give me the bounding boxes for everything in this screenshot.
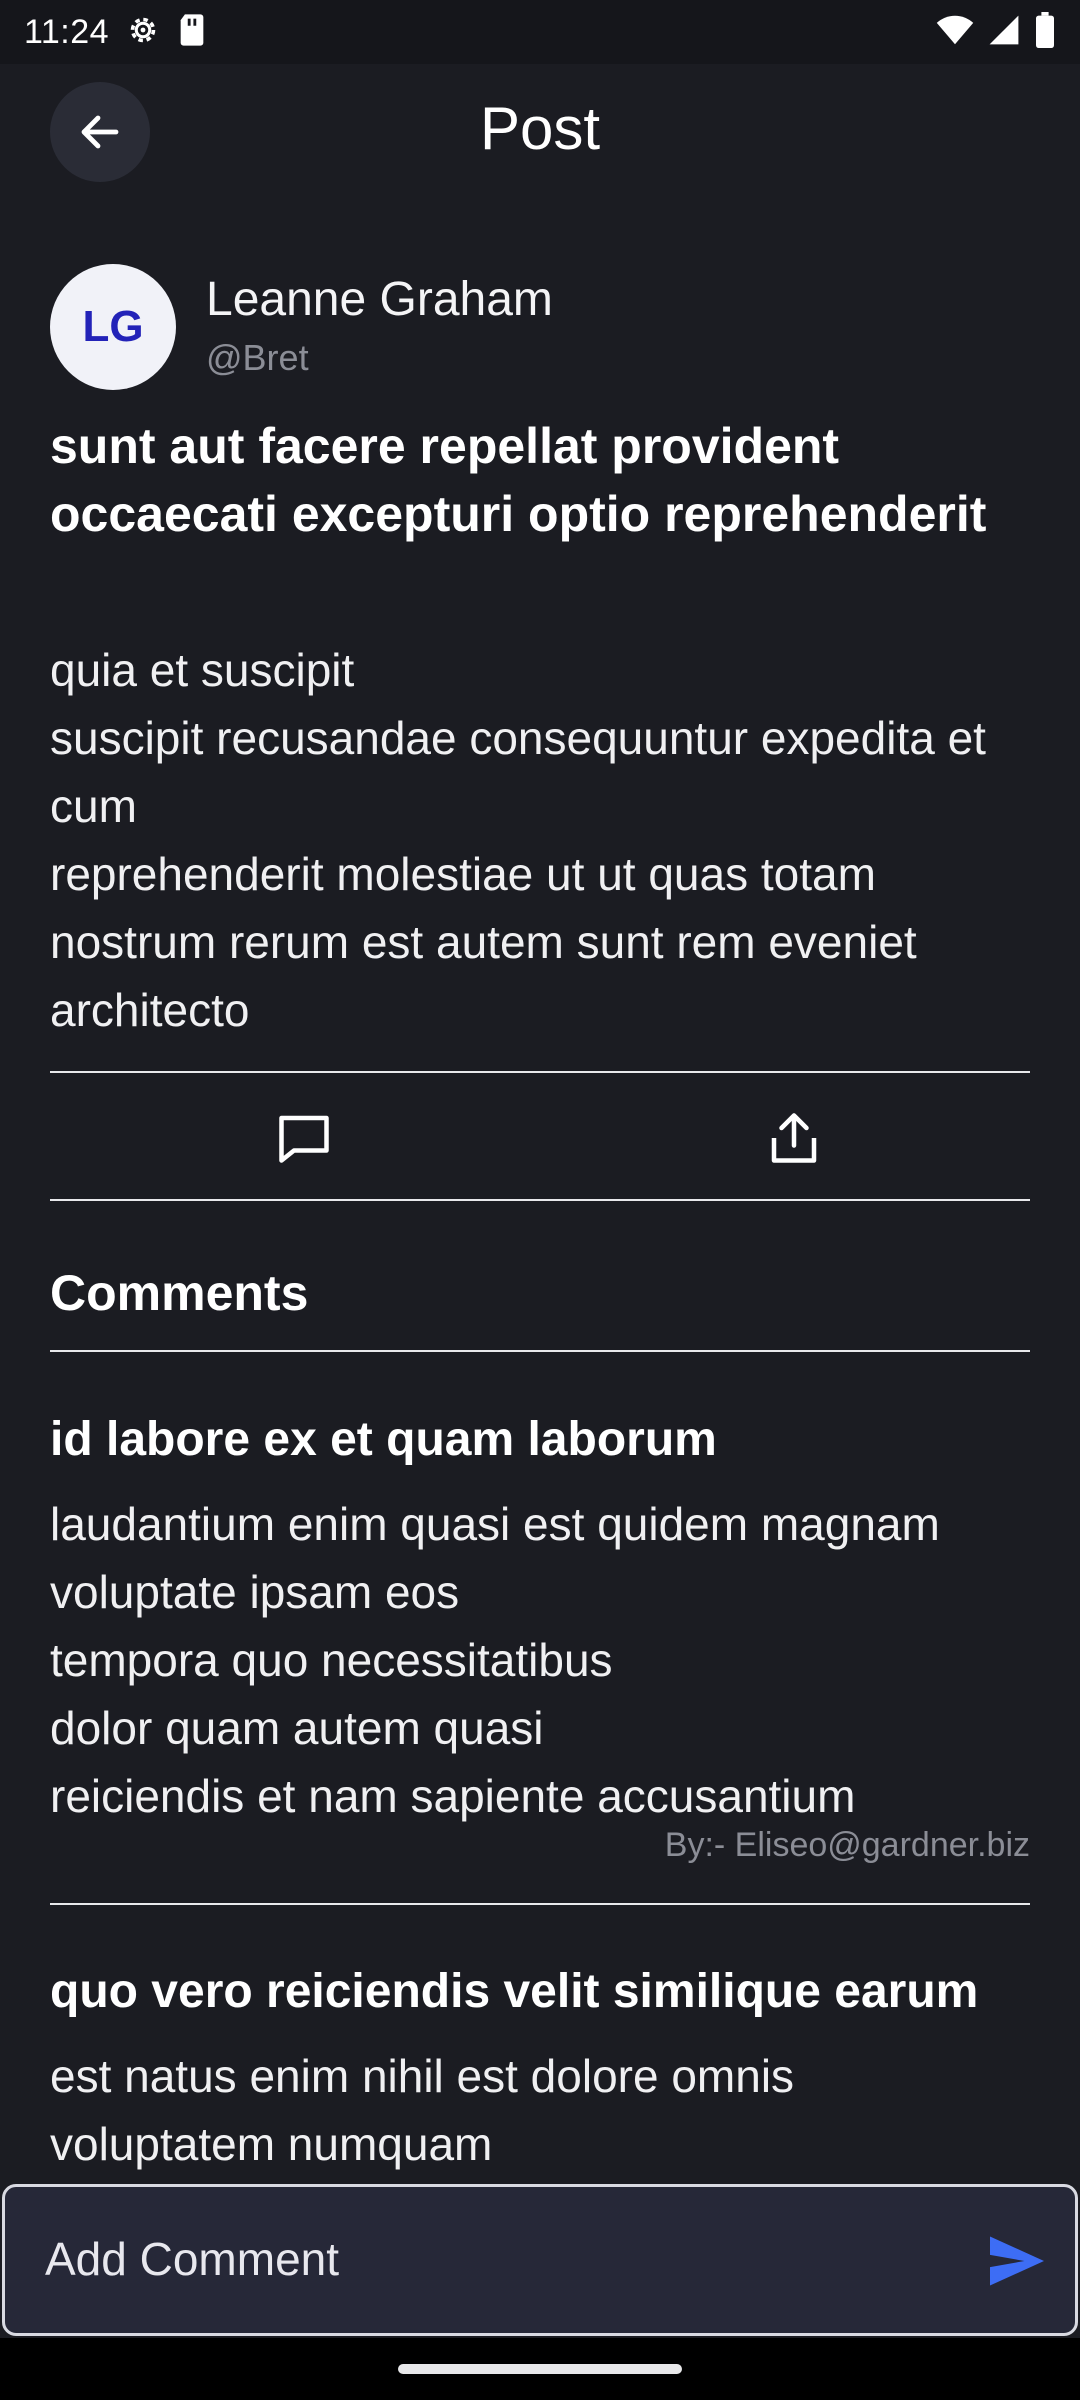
settings-icon (125, 12, 161, 53)
status-right (936, 11, 1056, 53)
avatar[interactable]: LG (50, 264, 176, 390)
top-app-bar: Post (0, 64, 1080, 204)
comment-title: quo vero reiciendis velit similique earu… (50, 1965, 979, 2018)
comment-input-bar (2, 2184, 1078, 2336)
share-button[interactable] (754, 1098, 834, 1178)
author-info: Leanne Graham @Bret (206, 272, 553, 379)
status-time: 11:24 (24, 12, 110, 51)
comment-button[interactable] (264, 1098, 344, 1178)
comment-author: By:- Eliseo@gardner.biz (664, 1826, 1030, 1864)
divider (50, 1071, 1030, 1073)
share-icon (771, 1113, 817, 1163)
post-author: LG Leanne Graham @Bret (50, 264, 553, 390)
send-icon (990, 2236, 1044, 2286)
post-body: quia et suscipit suscipit recusandae con… (50, 644, 986, 1036)
divider (50, 1903, 1030, 1905)
post-title: sunt aut facere repellat provident occae… (50, 418, 987, 542)
comment-item: quo vero reiciendis velit similique earu… (50, 1958, 1040, 2178)
comment-title: id labore ex et quam laborum (50, 1413, 717, 1466)
page-title: Post (479, 95, 601, 162)
signal-icon (988, 14, 1020, 51)
comment-body: est natus enim nihil est dolore omnis vo… (50, 2050, 795, 2170)
author-name[interactable]: Leanne Graham (206, 272, 553, 327)
post-actions (50, 1074, 1030, 1200)
sim-card-icon (177, 13, 207, 52)
comment-input[interactable] (43, 2223, 943, 2295)
divider (50, 1199, 1030, 1201)
comments-heading: Comments (50, 1265, 309, 1321)
comment-item: id labore ex et quam laborum laudantium … (50, 1406, 1040, 1865)
wifi-icon (936, 14, 974, 51)
comment-icon (279, 1115, 329, 1163)
status-bar: 11:24 (0, 0, 1080, 64)
home-indicator[interactable] (398, 2364, 682, 2374)
comment-body: laudantium enim quasi est quidem magnam … (50, 1498, 940, 1822)
divider (50, 1350, 1030, 1352)
battery-icon (1034, 11, 1056, 53)
send-button[interactable] (985, 2229, 1049, 2293)
author-handle: @Bret (206, 336, 309, 378)
status-left: 11:24 (24, 12, 207, 53)
